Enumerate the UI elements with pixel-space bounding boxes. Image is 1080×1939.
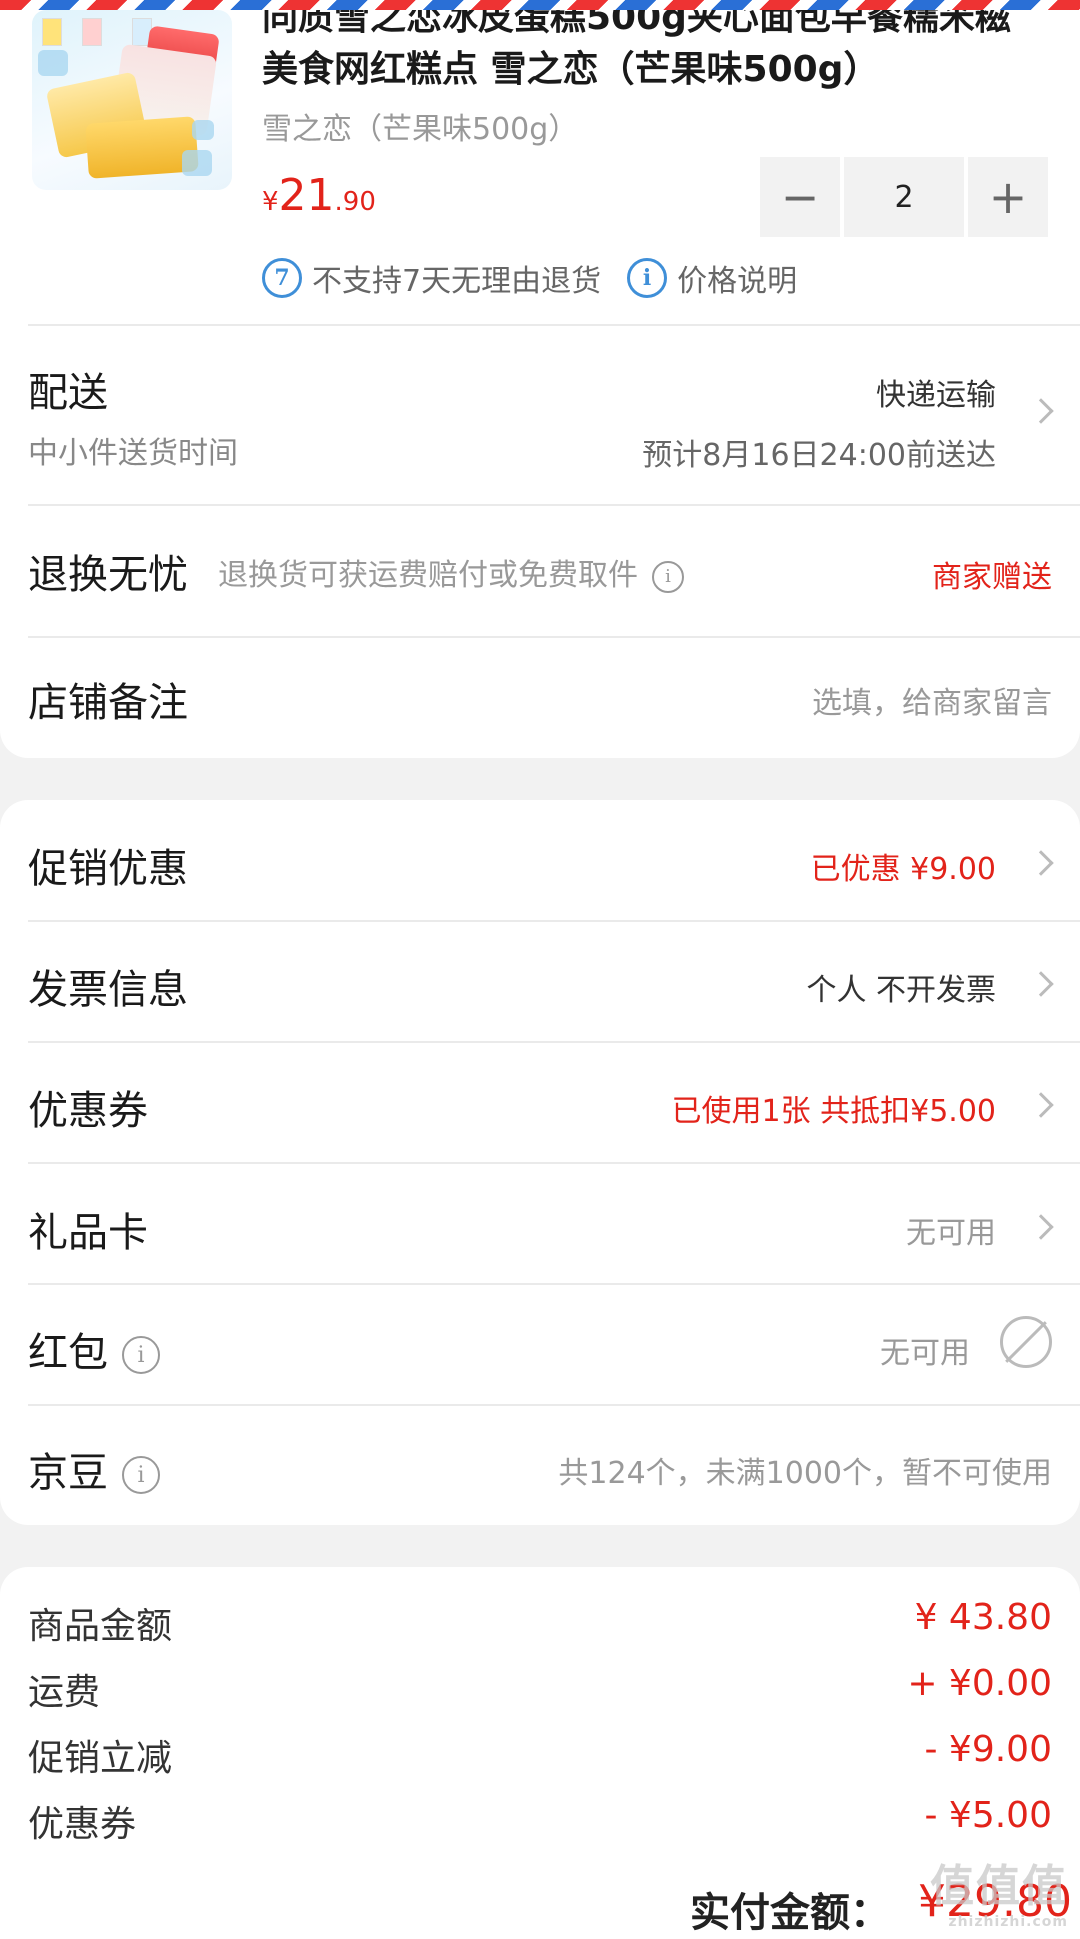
chevron-right-icon [1028, 1214, 1054, 1240]
price-integer: 21 [278, 170, 335, 221]
ice-cube [182, 150, 212, 176]
invoice-value: 个人 不开发票 [806, 973, 996, 1008]
red-packet-label-text: 红包 [28, 1330, 108, 1376]
promotion-value: 已优惠 ¥9.00 [810, 852, 996, 887]
promotion-label: 促销优惠 [28, 846, 188, 892]
delivery-sub: 中小件送货时间 [28, 436, 238, 471]
order-card: 同质雪之恋冰皮蛋糕500g夹心面包早餐糯米糍 美食网红糕点 雪之恋（芒果味500… [0, 0, 1080, 758]
product-notes: 7 不支持7天无理由退货 i 价格说明 [262, 256, 797, 300]
product-title-line2: 美食网红糕点 雪之恋（芒果味500g） [262, 49, 880, 90]
increase-button[interactable]: + [968, 157, 1048, 237]
watermark: 值值值 zhizhizhi.com [930, 1850, 1068, 1930]
price-explanation-link[interactable]: 价格说明 [677, 256, 797, 300]
product-spec: 雪之恋（芒果味500g） [262, 112, 579, 147]
chevron-right-icon [1028, 398, 1054, 424]
ice-cube [38, 50, 68, 76]
watermark-text: 值值值 [930, 1861, 1068, 1912]
delivery-label: 配送 [28, 370, 108, 416]
worry-free-label: 退换无忧 [28, 552, 188, 598]
ice-cube [192, 120, 214, 140]
coupon-label: 优惠券 [28, 1088, 148, 1134]
red-packet-label: 红包 i [28, 1320, 160, 1378]
invoice-label: 发票信息 [28, 967, 188, 1013]
divider [28, 324, 1080, 326]
product-thumbnail[interactable] [32, 10, 232, 190]
divider [28, 1162, 1080, 1164]
delivery-eta: 预计8月16日24:00前送达 [642, 438, 996, 473]
info-icon[interactable]: i [122, 1336, 160, 1374]
gift-card-label: 礼品卡 [28, 1210, 148, 1256]
watermark-sub: zhizhizhi.com [948, 1914, 1068, 1930]
summary-label: 促销立减 [28, 1738, 173, 1779]
package-tag [82, 18, 102, 46]
coupon-value: 已使用1张 共抵扣¥5.00 [671, 1094, 996, 1129]
store-remark-label: 店铺备注 [28, 680, 188, 726]
decrease-button[interactable]: − [760, 157, 840, 237]
no-return-text: 不支持7天无理由退货 [312, 264, 602, 299]
divider [28, 920, 1080, 922]
total-label: 实付金额： [690, 1890, 890, 1936]
price-decimal: .90 [334, 187, 376, 217]
jd-beans-value: 共124个，未满1000个，暂不可使用 [558, 1456, 1052, 1491]
discounts-card: 促销优惠 已优惠 ¥9.00 发票信息 个人 不开发票 优惠券 已使用1张 共抵… [0, 800, 1080, 1525]
worry-free-desc-text: 退换货可获运费赔付或免费取件 [218, 558, 638, 593]
chevron-right-icon [1028, 1092, 1054, 1118]
info-icon[interactable]: i [627, 258, 668, 298]
disabled-icon [1000, 1316, 1052, 1368]
product-title[interactable]: 同质雪之恋冰皮蛋糕500g夹心面包早餐糯米糍 美食网红糕点 雪之恋（芒果味500… [262, 0, 1052, 96]
quantity-input[interactable]: 2 [844, 157, 964, 237]
summary-value: + ¥0.00 [907, 1663, 1052, 1704]
divider [28, 504, 1080, 506]
divider [28, 1404, 1080, 1406]
gift-card-value: 无可用 [906, 1216, 996, 1251]
worry-free-desc: 退换货可获运费赔付或免费取件 i [218, 550, 684, 594]
delivery-method: 快递运输 [876, 378, 996, 413]
price-currency: ¥ [262, 187, 279, 217]
chevron-right-icon [1028, 850, 1054, 876]
store-remark-input[interactable]: 选填，给商家留言 [812, 678, 1052, 722]
package-tag [42, 18, 62, 46]
info-icon[interactable]: i [122, 1456, 160, 1494]
summary-label: 商品金额 [28, 1606, 173, 1647]
summary-value: ¥ 43.80 [914, 1597, 1052, 1638]
airmail-border [0, 0, 1080, 10]
product-price: ¥21.90 [262, 170, 376, 221]
jd-beans-label: 京豆 i [28, 1440, 160, 1498]
divider [28, 1283, 1080, 1285]
summary-label: 优惠券 [28, 1804, 137, 1845]
jd-beans-label-text: 京豆 [28, 1450, 108, 1496]
divider [28, 636, 1080, 638]
info-icon[interactable]: i [652, 560, 684, 593]
summary-label: 运费 [28, 1672, 101, 1713]
quantity-stepper: − 2 + [760, 157, 1048, 237]
red-packet-value: 无可用 [880, 1336, 970, 1371]
summary-value: - ¥5.00 [924, 1795, 1053, 1836]
no-return-icon: 7 [262, 258, 302, 298]
summary-value: - ¥9.00 [924, 1729, 1053, 1770]
chevron-right-icon [1028, 971, 1054, 997]
divider [28, 1041, 1080, 1043]
worry-free-value: 商家赠送 [932, 560, 1052, 595]
